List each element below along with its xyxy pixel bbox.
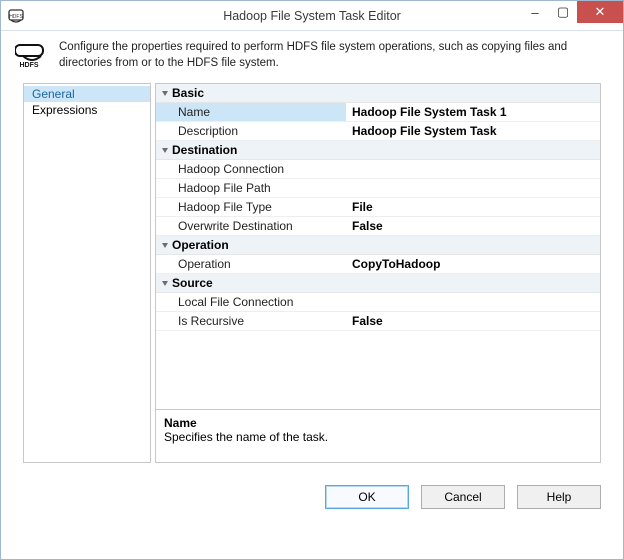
- property-value[interactable]: File: [346, 198, 600, 216]
- property-row[interactable]: Name Hadoop File System Task 1: [156, 103, 600, 122]
- property-label: Local File Connection: [156, 293, 346, 311]
- category-operation[interactable]: Operation: [156, 236, 600, 255]
- collapse-icon: [162, 243, 168, 248]
- property-label: Description: [156, 122, 346, 140]
- property-label: Hadoop File Type: [156, 198, 346, 216]
- app-icon: HDFS: [7, 7, 25, 25]
- svg-text:HDFS: HDFS: [9, 14, 23, 20]
- category-basic[interactable]: Basic: [156, 84, 600, 103]
- maximize-button[interactable]: ▢: [549, 1, 577, 23]
- property-value[interactable]: Hadoop File System Task 1: [346, 103, 600, 121]
- header-description: Configure the properties required to per…: [59, 39, 609, 71]
- hdfs-icon: HDFS: [15, 39, 49, 69]
- property-value[interactable]: False: [346, 217, 600, 235]
- right-column: Basic Name Hadoop File System Task 1 Des…: [155, 83, 601, 463]
- property-value[interactable]: [346, 179, 600, 197]
- property-grid: Basic Name Hadoop File System Task 1 Des…: [155, 83, 601, 410]
- category-label: Basic: [172, 86, 204, 100]
- header-row: HDFS Configure the properties required t…: [1, 31, 623, 83]
- property-label: Is Recursive: [156, 312, 346, 330]
- help-panel: Name Specifies the name of the task.: [155, 410, 601, 463]
- dialog-button-row: OK Cancel Help: [1, 471, 623, 521]
- property-row[interactable]: Hadoop File Type File: [156, 198, 600, 217]
- property-value[interactable]: [346, 160, 600, 178]
- property-label: Operation: [156, 255, 346, 273]
- close-button[interactable]: ✕: [577, 1, 623, 23]
- nav-item-expressions[interactable]: Expressions: [24, 102, 150, 118]
- svg-text:HDFS: HDFS: [19, 62, 38, 69]
- property-value[interactable]: [346, 293, 600, 311]
- property-row[interactable]: Operation CopyToHadoop: [156, 255, 600, 274]
- nav-item-general[interactable]: General: [24, 86, 150, 102]
- property-value[interactable]: False: [346, 312, 600, 330]
- property-value[interactable]: CopyToHadoop: [346, 255, 600, 273]
- property-label: Hadoop File Path: [156, 179, 346, 197]
- window-controls: – ▢ ✕: [521, 1, 623, 23]
- property-row[interactable]: Hadoop File Path: [156, 179, 600, 198]
- property-row[interactable]: Local File Connection: [156, 293, 600, 312]
- help-button[interactable]: Help: [517, 485, 601, 509]
- category-label: Operation: [172, 238, 229, 252]
- property-value[interactable]: Hadoop File System Task: [346, 122, 600, 140]
- nav-list: General Expressions: [23, 83, 151, 463]
- property-label: Overwrite Destination: [156, 217, 346, 235]
- property-label: Name: [156, 103, 346, 121]
- property-row[interactable]: Hadoop Connection: [156, 160, 600, 179]
- title-bar: HDFS Hadoop File System Task Editor – ▢ …: [1, 1, 623, 31]
- category-label: Destination: [172, 143, 237, 157]
- ok-button[interactable]: OK: [325, 485, 409, 509]
- property-row[interactable]: Is Recursive False: [156, 312, 600, 331]
- property-row[interactable]: Description Hadoop File System Task: [156, 122, 600, 141]
- minimize-button[interactable]: –: [521, 1, 549, 23]
- help-title: Name: [164, 416, 592, 430]
- collapse-icon: [162, 148, 168, 153]
- collapse-icon: [162, 91, 168, 96]
- collapse-icon: [162, 281, 168, 286]
- category-destination[interactable]: Destination: [156, 141, 600, 160]
- category-source[interactable]: Source: [156, 274, 600, 293]
- property-label: Hadoop Connection: [156, 160, 346, 178]
- category-label: Source: [172, 276, 213, 290]
- help-desc: Specifies the name of the task.: [164, 430, 592, 444]
- main-panes: General Expressions Basic Name Hadoop Fi…: [23, 83, 601, 463]
- cancel-button[interactable]: Cancel: [421, 485, 505, 509]
- property-row[interactable]: Overwrite Destination False: [156, 217, 600, 236]
